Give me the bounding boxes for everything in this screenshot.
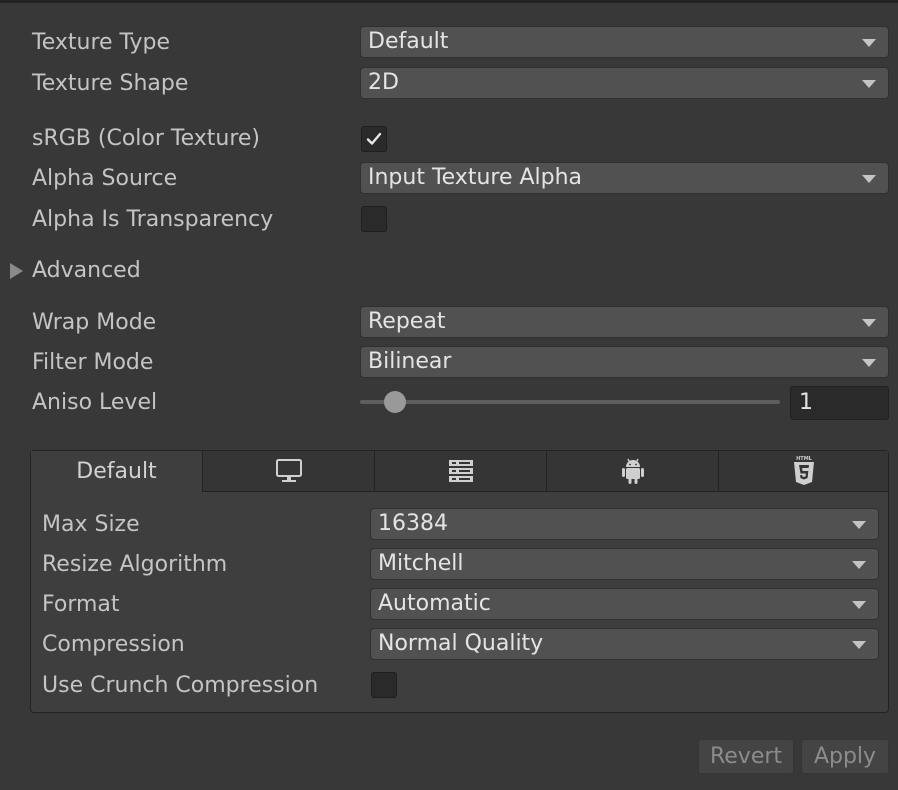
apply-button[interactable]: Apply	[801, 739, 889, 774]
max-size-label: Max Size	[42, 512, 140, 537]
texture-shape-label: Texture Shape	[32, 71, 189, 96]
tab-webgl[interactable]: HTML	[719, 451, 888, 492]
chevron-down-icon	[852, 641, 866, 649]
tab-default[interactable]: Default	[31, 451, 203, 492]
srgb-row: sRGB (Color Texture)	[0, 122, 898, 156]
format-value: Automatic	[378, 591, 491, 616]
platform-tabs: Default HTML	[31, 451, 888, 492]
tab-default-label: Default	[76, 459, 157, 484]
chevron-down-icon	[862, 175, 876, 183]
max-size-row: Max Size 16384	[31, 508, 888, 542]
platform-settings-panel: Default HTML Max Size 16384 Resize Algor…	[30, 450, 889, 713]
alpha-source-value: Input Texture Alpha	[368, 165, 583, 190]
tab-server[interactable]	[375, 451, 547, 492]
wrap-mode-value: Repeat	[368, 309, 446, 334]
texture-shape-row: Texture Shape 2D	[0, 67, 898, 101]
filter-mode-label: Filter Mode	[32, 350, 154, 375]
wrap-mode-label: Wrap Mode	[32, 310, 157, 335]
chevron-down-icon	[862, 319, 876, 327]
crunch-row: Use Crunch Compression	[31, 669, 888, 703]
max-size-value: 16384	[378, 511, 448, 536]
aniso-level-field[interactable]: 1	[790, 386, 889, 420]
compression-label: Compression	[42, 632, 185, 657]
chevron-down-icon	[862, 39, 876, 47]
alpha-source-dropdown[interactable]: Input Texture Alpha	[360, 162, 889, 194]
advanced-foldout[interactable]: Advanced	[0, 254, 898, 288]
compression-row: Compression Normal Quality	[31, 628, 888, 662]
monitor-icon	[275, 459, 302, 482]
crunch-label: Use Crunch Compression	[42, 673, 319, 698]
revert-button[interactable]: Revert	[698, 739, 794, 774]
foldout-arrow-icon	[10, 263, 23, 279]
header-divider	[0, 0, 898, 3]
format-dropdown[interactable]: Automatic	[370, 588, 879, 620]
texture-type-dropdown[interactable]: Default	[360, 26, 889, 58]
advanced-label: Advanced	[32, 258, 141, 283]
chevron-down-icon	[862, 359, 876, 367]
max-size-dropdown[interactable]: 16384	[370, 508, 879, 540]
html5-icon: HTML	[793, 456, 814, 485]
srgb-checkbox[interactable]	[361, 126, 387, 152]
resize-algorithm-value: Mitchell	[378, 551, 464, 576]
compression-dropdown[interactable]: Normal Quality	[370, 628, 879, 660]
aniso-level-label: Aniso Level	[32, 390, 158, 415]
format-label: Format	[42, 592, 120, 617]
filter-mode-value: Bilinear	[368, 349, 452, 374]
chevron-down-icon	[852, 601, 866, 609]
crunch-checkbox[interactable]	[371, 672, 397, 698]
texture-type-row: Texture Type Default	[0, 26, 898, 60]
aniso-slider-track[interactable]	[360, 400, 780, 404]
chevron-down-icon	[862, 80, 876, 88]
alpha-transparency-label: Alpha Is Transparency	[32, 207, 274, 232]
tab-standalone[interactable]	[203, 451, 375, 492]
alpha-source-label: Alpha Source	[32, 166, 178, 191]
filter-mode-dropdown[interactable]: Bilinear	[360, 346, 889, 378]
resize-algorithm-row: Resize Algorithm Mitchell	[31, 548, 888, 582]
compression-value: Normal Quality	[378, 631, 544, 656]
alpha-source-row: Alpha Source Input Texture Alpha	[0, 162, 898, 196]
android-icon	[621, 458, 644, 484]
format-row: Format Automatic	[31, 588, 888, 622]
checkmark-icon	[366, 132, 382, 145]
chevron-down-icon	[852, 521, 866, 529]
wrap-mode-dropdown[interactable]: Repeat	[360, 306, 889, 338]
srgb-label: sRGB (Color Texture)	[32, 126, 261, 151]
chevron-down-icon	[852, 561, 866, 569]
alpha-transparency-checkbox[interactable]	[361, 206, 387, 232]
texture-shape-value: 2D	[368, 70, 399, 95]
wrap-mode-row: Wrap Mode Repeat	[0, 306, 898, 340]
texture-shape-dropdown[interactable]: 2D	[360, 67, 889, 99]
tab-android[interactable]	[547, 451, 719, 492]
texture-type-value: Default	[368, 29, 449, 54]
resize-algorithm-dropdown[interactable]: Mitchell	[370, 548, 879, 580]
aniso-slider-thumb[interactable]	[384, 391, 406, 413]
html5-icon-text: HTML	[796, 456, 813, 462]
server-icon	[448, 460, 473, 482]
resize-algorithm-label: Resize Algorithm	[42, 552, 228, 577]
filter-mode-row: Filter Mode Bilinear	[0, 346, 898, 380]
alpha-transparency-row: Alpha Is Transparency	[0, 203, 898, 237]
texture-type-label: Texture Type	[32, 30, 171, 55]
